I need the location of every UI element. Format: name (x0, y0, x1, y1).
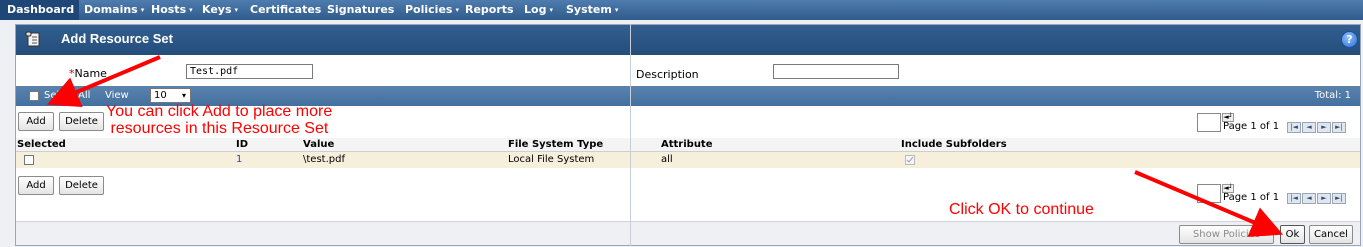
arrow-to-ok (1134, 170, 1284, 237)
arrow-to-add (46, 55, 161, 107)
annotation-arrows (46, 55, 1284, 237)
